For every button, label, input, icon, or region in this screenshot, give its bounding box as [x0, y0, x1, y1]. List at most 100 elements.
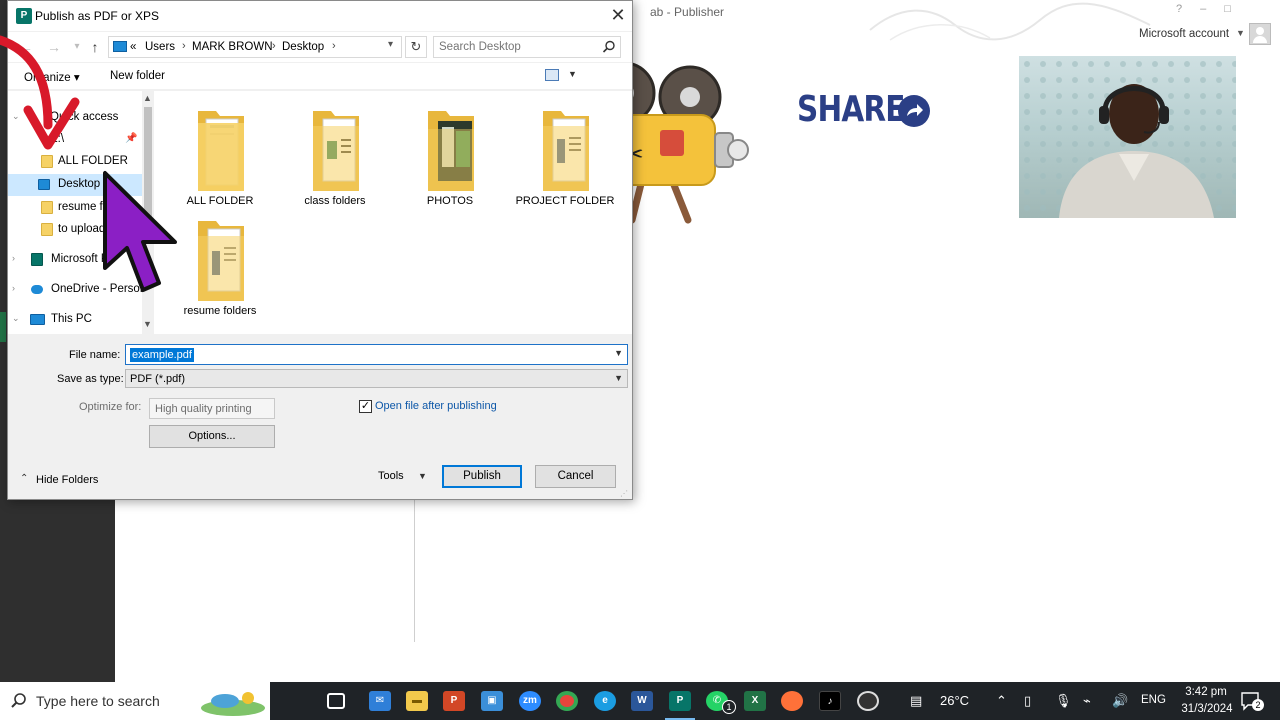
breadcrumb-desktop[interactable]: Desktop	[282, 41, 324, 53]
avatar[interactable]	[1249, 23, 1271, 45]
purple-pointer-cursor	[103, 171, 177, 292]
dialog-title: Publish as PDF or XPS	[35, 9, 160, 23]
notification-center-button[interactable]: 2	[1240, 691, 1264, 711]
breadcrumb-separator-icon[interactable]: ›	[182, 40, 186, 52]
change-view-icon[interactable]	[545, 69, 559, 81]
chevron-down-icon: ▼	[1236, 28, 1245, 38]
chevron-down-icon[interactable]: ▾	[388, 39, 393, 50]
folder-icon	[543, 111, 589, 191]
folder-icon	[41, 155, 53, 168]
publisher-icon[interactable]: P	[669, 691, 691, 711]
address-bar[interactable]: « Users › MARK BROWN › Desktop › ▾	[108, 36, 402, 58]
new-folder-button[interactable]: New folder	[110, 70, 165, 82]
computer-icon	[30, 314, 45, 325]
publish-button[interactable]: Publish	[442, 465, 522, 488]
volume-icon[interactable]: 🔊	[1112, 693, 1128, 709]
search-box[interactable]	[433, 36, 621, 58]
weather-icon[interactable]: ▤	[910, 693, 922, 709]
options-button[interactable]: Options...	[149, 425, 275, 448]
clock-date[interactable]: 31/3/2024	[1177, 703, 1237, 715]
folder-icon	[313, 111, 359, 191]
word-icon[interactable]: W	[631, 691, 653, 711]
open-after-publishing-label[interactable]: Open file after publishing	[375, 400, 497, 412]
weather-temperature[interactable]: 26°C	[940, 693, 969, 708]
folder-name: resume folders	[183, 305, 257, 317]
publisher-icon	[31, 253, 43, 266]
refresh-button[interactable]: ↻	[405, 36, 427, 58]
close-button[interactable]: ✕	[606, 4, 630, 28]
red-annotation-arrow	[0, 35, 80, 150]
clock-time[interactable]: 3:42 pm	[1180, 686, 1232, 698]
zoom-icon[interactable]: zm	[519, 691, 541, 711]
file-explorer-icon[interactable]: ▬	[406, 691, 428, 711]
folder-icon	[41, 223, 53, 236]
microphone-icon[interactable]: 🎙	[1055, 693, 1072, 709]
edge-icon[interactable]: e	[594, 691, 616, 711]
refresh-icon: ↻	[410, 39, 422, 54]
page-divider	[414, 500, 415, 642]
task-view-icon[interactable]	[327, 693, 345, 709]
folder-name: PROJECT FOLDER	[515, 195, 615, 207]
windows-taskbar: Type here to search ✉ ▬ P ▣ zm e W P ✆ 1…	[0, 682, 1280, 720]
input-language[interactable]: ENG	[1141, 694, 1166, 706]
system-tray: ▤ 26°C ⌃ ▯ 🎙 ⌁ 🔊 ENG 3:42 pm 31/3/2024 2	[900, 682, 1280, 720]
publisher-window-title: ab - Publisher	[650, 5, 725, 19]
store-icon[interactable]: ▣	[481, 691, 503, 711]
folder-item-photos[interactable]: PHOTOS	[395, 107, 505, 217]
desktop-icon	[113, 41, 127, 52]
dialog-titlebar[interactable]: P Publish as PDF or XPS ✕	[8, 1, 632, 31]
publisher-workspace	[115, 500, 1280, 682]
folder-icon	[428, 111, 474, 191]
tools-menu[interactable]: Tools	[378, 470, 404, 482]
save-type-label: Save as type:	[57, 373, 124, 385]
folder-icon	[198, 221, 244, 301]
chevron-down-icon[interactable]: ▼	[614, 348, 623, 358]
file-name-value: example.pdf	[130, 348, 194, 362]
file-list: ALL FOLDER class folders PHOTOS PROJECT …	[154, 91, 632, 334]
whatsapp-badge: 1	[722, 700, 736, 714]
share-text: SHARE	[797, 89, 905, 130]
screen-recorder-icon[interactable]	[857, 691, 879, 711]
save-type-select[interactable]: PDF (*.pdf) ▼	[125, 369, 628, 388]
breadcrumb-mark-brown[interactable]: MARK BROWN	[192, 41, 273, 53]
hide-folders-button[interactable]: Hide Folders	[36, 474, 98, 486]
folder-name: PHOTOS	[426, 195, 474, 207]
mail-icon[interactable]: ✉	[369, 691, 391, 711]
scroll-down-icon[interactable]: ▼	[143, 319, 152, 329]
chevron-down-icon: ⌄	[12, 313, 20, 323]
chevron-up-icon[interactable]: ⌃	[996, 693, 1007, 709]
chrome-icon[interactable]	[556, 691, 578, 711]
sidebar-item-label: ALL FOLDER	[58, 155, 128, 167]
optimize-value: High quality printing	[155, 403, 252, 415]
open-after-publishing-checkbox[interactable]: ✓	[359, 400, 372, 413]
breadcrumb-separator-icon[interactable]: ›	[332, 40, 336, 52]
excel-icon[interactable]: X	[744, 691, 766, 711]
share-arrow-icon	[898, 95, 930, 127]
folder-item-class-folders[interactable]: class folders	[280, 107, 390, 217]
publisher-window-controls[interactable]: ?–□	[1176, 3, 1249, 15]
dialog-footer: ⌃ Hide Folders Tools ▼ Publish Cancel ⋰	[8, 459, 632, 499]
breadcrumb-separator-icon[interactable]: ›	[272, 40, 276, 52]
device-icon[interactable]: ▯	[1024, 693, 1031, 709]
powerpoint-icon[interactable]: P	[443, 691, 465, 711]
chevron-down-icon[interactable]: ▼	[418, 471, 427, 481]
search-highlight-art	[201, 692, 265, 716]
scroll-up-icon[interactable]: ▲	[143, 93, 152, 103]
folder-icon	[41, 201, 53, 214]
tiktok-icon[interactable]: ♪	[819, 691, 841, 711]
resize-grip-icon[interactable]: ⋰	[620, 489, 628, 498]
cancel-button[interactable]: Cancel	[535, 465, 616, 488]
breadcrumb-users[interactable]: Users	[145, 41, 175, 53]
breadcrumb-overflow[interactable]: «	[130, 41, 136, 53]
optimize-field: High quality printing	[149, 398, 275, 419]
taskbar-search-placeholder: Type here to search	[36, 693, 160, 709]
network-icon[interactable]: ⌁	[1083, 693, 1091, 709]
search-input[interactable]	[439, 39, 599, 55]
file-name-field[interactable]: example.pdf ▼	[125, 344, 628, 365]
address-navbar: ← → ▾ ↑ « Users › MARK BROWN › Desktop ›…	[8, 32, 632, 62]
folder-item-project-folder[interactable]: PROJECT FOLDER	[510, 107, 620, 217]
chevron-down-icon[interactable]: ▼	[568, 69, 577, 79]
firefox-icon[interactable]	[781, 691, 803, 711]
sidebar-item-this-pc[interactable]: ⌄ This PC	[8, 309, 142, 331]
chevron-up-icon[interactable]: ⌃	[20, 473, 28, 484]
